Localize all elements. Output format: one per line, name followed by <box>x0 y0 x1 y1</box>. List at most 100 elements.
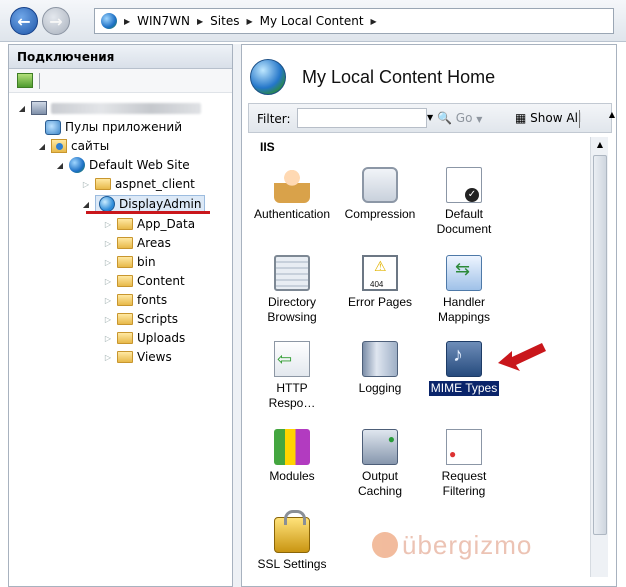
tree-label: сайты <box>71 139 110 153</box>
page-title: My Local Content Home <box>302 66 496 87</box>
expand-icon[interactable]: ▷ <box>103 315 113 324</box>
feature-request-filtering[interactable]: Request Filtering <box>424 429 504 499</box>
feature-label: HTTP Respo… <box>268 381 316 410</box>
feature-output-caching[interactable]: Output Caching <box>336 429 424 499</box>
tree-node-sites[interactable]: ◢ сайты <box>37 137 109 155</box>
feature-label: Compression <box>344 207 416 221</box>
pane-splitter[interactable] <box>233 44 241 587</box>
breadcrumb-item-sites[interactable]: Sites <box>210 14 239 28</box>
feature-compression[interactable]: Compression <box>336 167 424 222</box>
mime-types-icon <box>446 341 482 377</box>
directory-browsing-icon <box>274 255 310 291</box>
chevron-right-icon[interactable]: ▶ <box>124 17 130 26</box>
filter-label: Filter: <box>257 112 291 126</box>
tree-node-aspnet-client[interactable]: ▷ aspnet_client <box>81 175 195 193</box>
globe-icon <box>250 59 286 95</box>
show-all-button[interactable]: ▦ Show All <box>515 111 581 125</box>
chevron-right-icon[interactable]: ▶ <box>246 17 252 26</box>
feature-default-document[interactable]: Default Document <box>424 167 504 237</box>
collapse-icon[interactable]: ◢ <box>55 161 65 170</box>
toolbar-separator <box>579 110 580 128</box>
feature-label: Handler Mappings <box>437 295 491 324</box>
compression-icon <box>362 167 398 203</box>
folder-icon <box>117 313 133 325</box>
expand-icon[interactable]: ▷ <box>103 334 113 343</box>
tree-label: Default Web Site <box>89 158 190 172</box>
breadcrumb-item-site[interactable]: My Local Content <box>260 14 364 28</box>
tree-node-folder[interactable]: ▷ Areas <box>103 234 171 252</box>
expand-icon[interactable]: ▷ <box>103 277 113 286</box>
tree-node-folder[interactable]: ▷ bin <box>103 253 156 271</box>
tree-node-folder[interactable]: ▷ Content <box>103 272 185 290</box>
connect-icon[interactable] <box>17 73 33 88</box>
back-button[interactable]: ← <box>10 7 38 35</box>
logging-icon <box>362 341 398 377</box>
scroll-up-icon[interactable]: ▲ <box>607 110 617 130</box>
vertical-scrollbar[interactable]: ▲ <box>590 137 608 577</box>
feature-mime-types[interactable]: MIME Types <box>424 341 504 396</box>
feature-label: Request Filtering <box>441 469 487 498</box>
chevron-down-icon[interactable]: ▼ <box>427 113 433 122</box>
tree-node-folder[interactable]: ▷ Views <box>103 348 172 366</box>
folder-icon <box>117 237 133 249</box>
tree-node-folder[interactable]: ▷ Scripts <box>103 310 178 328</box>
annotation-underline <box>86 211 210 214</box>
chevron-right-icon[interactable]: ▶ <box>371 17 377 26</box>
connections-toolbar <box>9 69 232 93</box>
tree-node-default-site[interactable]: ◢ Default Web Site <box>55 156 190 174</box>
connections-title: Подключения <box>9 45 232 69</box>
tree-node-folder[interactable]: ▷ Uploads <box>103 329 185 347</box>
application-icon <box>99 196 115 212</box>
ssl-settings-icon <box>274 510 310 553</box>
folder-icon <box>117 351 133 363</box>
expand-icon[interactable]: ▷ <box>103 296 113 305</box>
feature-http-response-headers[interactable]: HTTP Respo… <box>248 341 336 411</box>
show-all-label: Show All <box>530 111 582 125</box>
feature-error-pages[interactable]: Error Pages <box>336 255 424 310</box>
folder-icon <box>117 332 133 344</box>
expand-icon[interactable]: ▷ <box>81 180 91 189</box>
feature-label: Output Caching <box>357 469 403 498</box>
collapse-icon[interactable]: ◢ <box>81 200 91 209</box>
folder-icon <box>117 256 133 268</box>
chevron-down-icon: ▼ <box>476 115 483 124</box>
feature-label: Logging <box>358 381 402 395</box>
collapse-icon[interactable]: ◢ <box>37 142 47 151</box>
tree-label: fonts <box>137 293 168 307</box>
feature-logging[interactable]: Logging <box>336 341 424 396</box>
scroll-thumb[interactable] <box>593 155 607 535</box>
expand-icon[interactable]: ▷ <box>103 239 113 248</box>
folder-icon <box>117 218 133 230</box>
arrow-left-icon: ← <box>17 11 31 31</box>
request-filtering-icon <box>446 429 482 465</box>
tree-node-folder[interactable]: ▷ fonts <box>103 291 167 309</box>
expand-icon[interactable]: ▷ <box>103 220 113 229</box>
tree-node-app-pools[interactable]: Пулы приложений <box>45 118 182 136</box>
http-response-headers-icon <box>274 341 310 377</box>
feature-directory-browsing[interactable]: Directory Browsing <box>248 255 336 325</box>
watermark-logo-icon <box>372 532 398 558</box>
tree-label: Пулы приложений <box>65 120 182 134</box>
breadcrumb-item-server[interactable]: WIN7WN <box>137 14 190 28</box>
forward-button[interactable]: → <box>42 7 70 35</box>
feature-ssl-settings[interactable]: SSL Settings <box>248 510 336 572</box>
group-header: IIS <box>260 140 275 154</box>
breadcrumb: ▶ WIN7WN ▶ Sites ▶ My Local Content ▶ <box>94 8 614 34</box>
chevron-right-icon[interactable]: ▶ <box>197 17 203 26</box>
scroll-up-icon[interactable]: ▲ <box>591 137 609 153</box>
expand-icon[interactable]: ▷ <box>103 258 113 267</box>
tree-node-server[interactable]: ◢ <box>17 99 201 117</box>
modules-icon <box>274 429 310 465</box>
expand-icon[interactable]: ▷ <box>103 353 113 362</box>
feature-modules[interactable]: Modules <box>248 429 336 484</box>
tree-node-folder[interactable]: ▷ App_Data <box>103 215 195 233</box>
connections-pane: Подключения ◢ Пулы приложений ◢ сайты ◢ … <box>8 44 233 587</box>
filter-input[interactable] <box>297 108 427 128</box>
feature-authentication[interactable]: Authentication <box>248 167 336 222</box>
tree-label: Areas <box>137 236 171 250</box>
collapse-icon[interactable]: ◢ <box>17 104 27 113</box>
globe-icon <box>101 13 117 29</box>
feature-handler-mappings[interactable]: Handler Mappings <box>424 255 504 325</box>
go-button[interactable]: 🔍 Go ▼ <box>437 111 482 125</box>
watermark-text: übergizmo <box>402 530 533 560</box>
